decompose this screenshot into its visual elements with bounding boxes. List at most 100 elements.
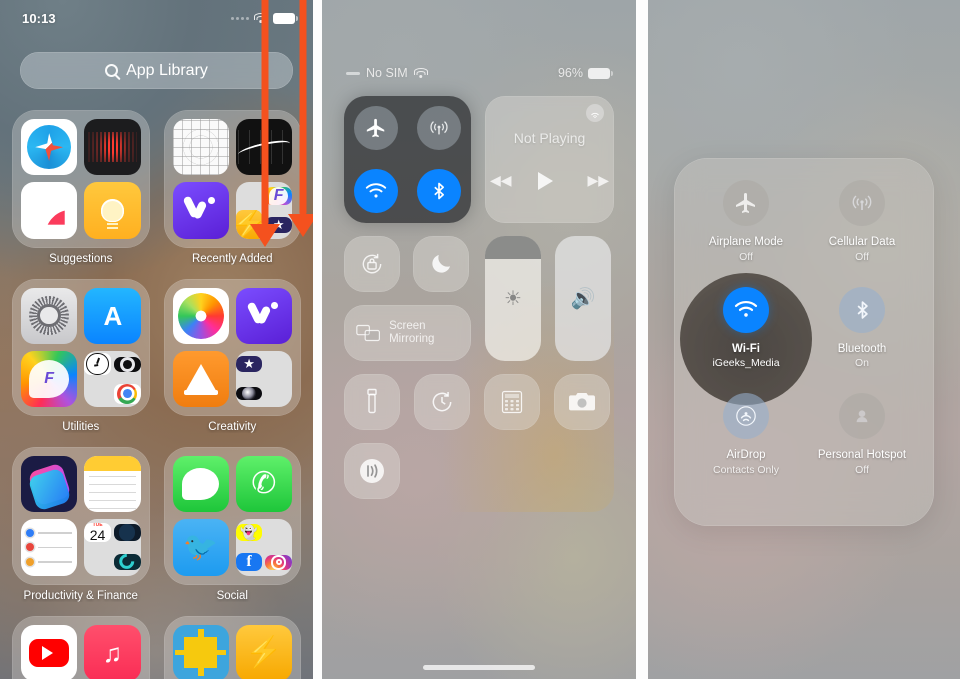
airplay-icon[interactable] [586,104,604,122]
folder-label: Utilities [62,421,100,433]
panel-app-library: 10:13 App Library Suggestions F ⚡ ★ Rece… [0,0,313,679]
volume-slider[interactable]: 🔊 [555,236,611,361]
do-not-disturb-tile[interactable] [413,236,469,292]
app-icon-mini-group[interactable] [84,350,141,407]
wifi-toggle[interactable] [353,169,398,214]
app-icon-dark-small[interactable] [113,524,141,541]
app-icon-imovie-small[interactable]: ★ [265,217,292,234]
app-icon-snapchat-small[interactable]: 👻 [235,524,263,542]
folder-icon-grid[interactable]: ♫ tv [12,615,150,679]
folder-utilities[interactable]: A F Utilities [12,278,150,433]
app-icon-imovie-small[interactable]: ★ [235,356,263,373]
app-icon-tips[interactable] [84,182,141,239]
app-icon-teal-small[interactable] [113,554,141,570]
app-icon-darkroom-small[interactable] [235,387,263,401]
app-icon-grid-tool[interactable] [172,119,229,176]
screen-mirroring-tile[interactable]: Screen Mirroring [344,305,471,361]
nfc-reader-tile[interactable] [344,443,400,499]
app-icon-photos[interactable] [172,287,229,344]
folder-recently-added[interactable]: F ⚡ ★ Recently Added [163,110,301,265]
cellular-toggle[interactable] [839,180,885,226]
app-icon-facebook-small[interactable]: f [235,553,263,572]
airdrop-toggle[interactable] [723,393,769,440]
app-icon-gift[interactable] [172,624,229,679]
app-icon-vlc[interactable] [172,350,229,407]
app-icon-app-store[interactable]: A [84,287,141,344]
app-icon-health[interactable] [21,182,78,239]
folder-productivity-finance[interactable]: TUE 24 Productivity & Finance [12,447,150,602]
app-icon-notes[interactable] [84,456,141,513]
folder-icon-grid[interactable]: TUE 24 [12,447,150,585]
app-icon-mini-group[interactable]: F ⚡ ★ [235,182,292,239]
airplane-mode-toggle[interactable] [353,105,398,150]
expanded-bluetooth[interactable]: Bluetooth On [804,286,920,394]
app-icon-ring-small[interactable] [113,356,141,372]
folder-creativity[interactable]: ★ Creativity [163,278,301,433]
expanded-personal-hotspot[interactable]: Personal Hotspot Off [804,393,920,500]
app-icon-phone[interactable]: ✆ [235,456,292,513]
connectivity-module[interactable] [344,96,471,223]
app-icon-safari[interactable] [21,119,78,176]
app-icon-mini-group[interactable]: 👻 f [235,519,292,576]
item-title: Wi-Fi [732,342,760,355]
app-icon-bolt-small[interactable]: ⚡ [235,210,263,239]
rewind-icon[interactable]: ◀◀ [490,172,512,189]
app-icon-music[interactable]: ♫ [84,624,141,679]
app-icon-mini-group[interactable]: TUE 24 [84,519,141,576]
app-icon-viber[interactable] [235,287,292,344]
camera-tile[interactable] [554,374,610,430]
calculator-tile[interactable] [484,374,540,430]
bluetooth-toggle[interactable] [839,286,885,333]
airplane-toggle[interactable] [723,180,769,226]
forward-icon[interactable]: ▶▶ [588,172,610,189]
item-title: Bluetooth [837,342,887,355]
folder-suggestions[interactable]: Suggestions [12,110,150,265]
folder-social[interactable]: ✆ 🐦 👻 f Social [163,447,301,602]
brightness-slider[interactable]: ☀ [485,236,541,361]
app-icon-messenger[interactable]: F [21,350,78,407]
app-icon-youtube[interactable] [21,624,78,679]
app-library-search-field[interactable]: App Library [20,52,293,89]
folder-other[interactable]: ⚡ [163,615,301,679]
expanded-airdrop[interactable]: AirDrop Contacts Only [688,393,804,500]
media-playback-module[interactable]: Not Playing ◀◀ ▶▶ [485,96,614,223]
app-icon-instagram-small[interactable] [265,554,292,570]
timer-tile[interactable] [414,374,470,430]
app-icon-reminders[interactable] [21,519,78,576]
expanded-airplane-mode[interactable]: Airplane Mode Off [688,180,804,287]
app-icon-clock-small[interactable] [84,352,111,376]
hotspot-toggle[interactable] [839,393,885,440]
app-icon-messages[interactable] [172,456,229,513]
app-icon-messenger-small[interactable]: F [265,186,292,205]
folder-icon-grid[interactable]: A F [12,278,150,416]
expanded-cellular-data[interactable]: Cellular Data Off [804,180,920,287]
folder-icon-grid[interactable] [12,110,150,248]
panel-connectivity-expanded: Airplane Mode Off Cellular Data Off Wi-F… [648,0,960,679]
cellular-data-toggle[interactable] [417,105,462,150]
folder-icon-grid[interactable]: ⚡ [163,615,301,679]
folder-icon-grid[interactable]: F ⚡ ★ [163,110,301,248]
app-icon-shortcuts[interactable] [21,456,78,513]
airplay-glyph [591,112,599,119]
home-indicator[interactable] [423,665,535,670]
app-icon-viber[interactable] [172,182,229,239]
flashlight-tile[interactable] [344,374,400,430]
app-icon-settings[interactable] [21,287,78,344]
folder-icon-grid[interactable]: ★ [163,278,301,416]
bluetooth-toggle[interactable] [417,169,462,214]
app-icon-calendar-small[interactable]: TUE 24 [84,523,111,543]
play-icon[interactable] [537,171,562,190]
item-subtitle: Off [739,250,753,263]
app-icon-voice-memos[interactable] [84,119,141,176]
folder-entertainment[interactable]: ♫ tv [12,615,150,679]
folder-icon-grid[interactable]: ✆ 🐦 👻 f [163,447,301,585]
app-icon-stocks[interactable] [235,119,292,176]
wifi-toggle[interactable] [723,286,769,333]
expanded-wifi[interactable]: Wi-Fi iGeeks_Media [680,272,812,405]
hotspot-icon [856,410,868,423]
app-icon-chrome-small[interactable] [113,383,141,404]
app-icon-bolt[interactable]: ⚡ [235,624,292,679]
app-icon-twitter[interactable]: 🐦 [172,519,229,576]
orientation-lock-tile[interactable] [344,236,400,292]
app-icon-mini-group[interactable]: ★ [235,350,292,407]
